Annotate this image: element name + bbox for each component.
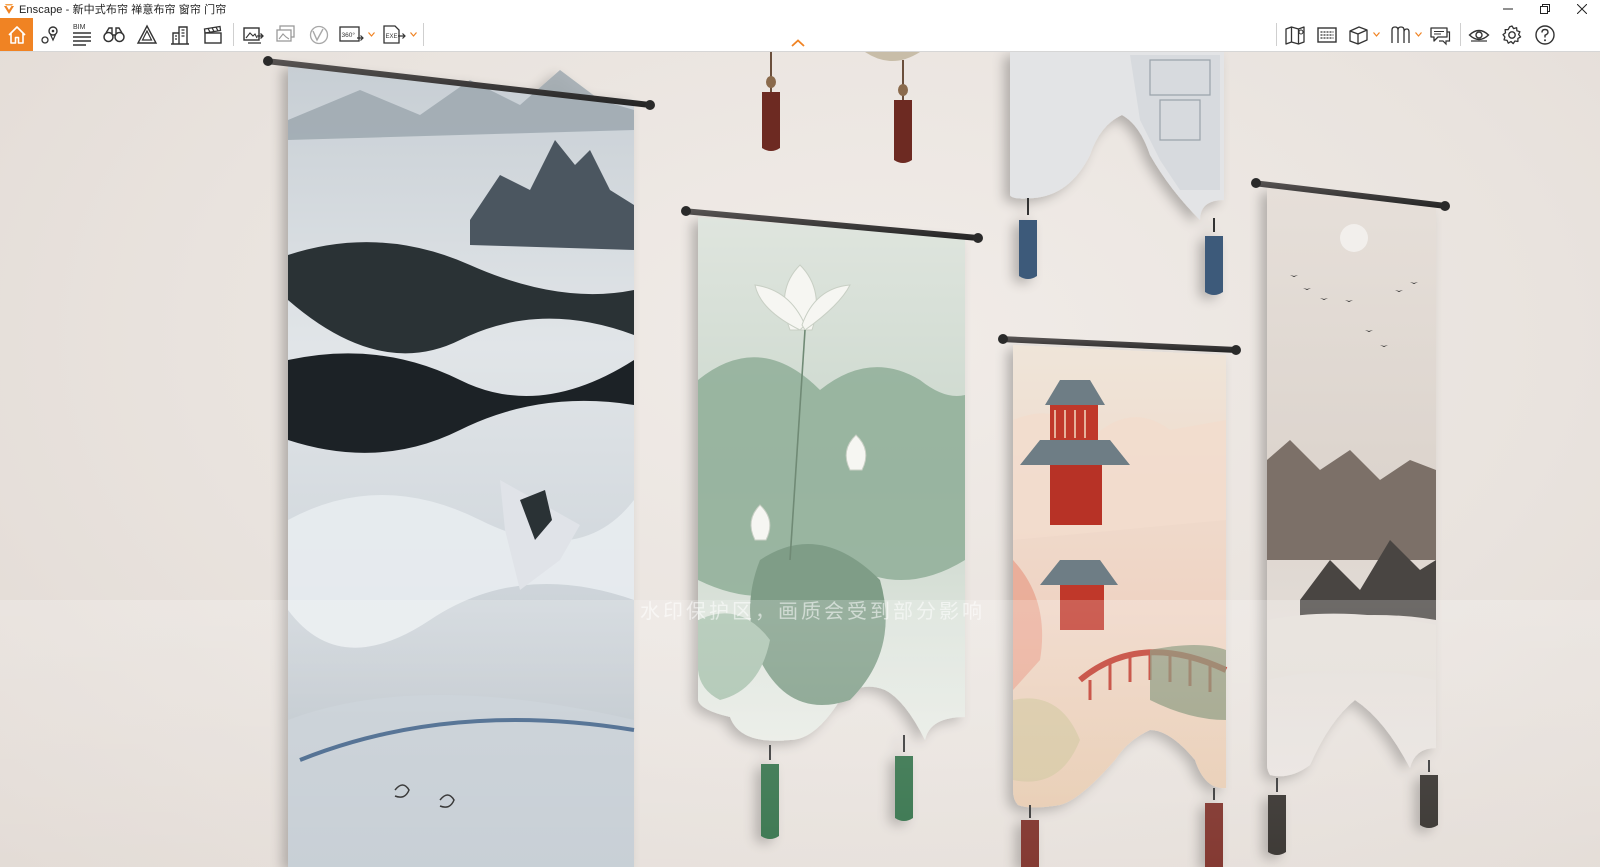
main-toolbar: BIM 360° EXE (0, 18, 1600, 52)
assets-button[interactable] (134, 18, 160, 51)
chevron-down-icon (409, 32, 417, 37)
chevron-down-icon (1372, 32, 1380, 37)
collaboration-button[interactable] (1427, 18, 1453, 51)
views-icon (41, 25, 58, 44)
panorama-button[interactable]: 360° (338, 18, 364, 51)
chat-icon (1430, 26, 1451, 45)
bim-button[interactable]: BIM (69, 18, 95, 51)
keyboard-button[interactable] (1314, 18, 1340, 51)
restore-icon (1539, 4, 1550, 14)
cube-button[interactable] (1345, 18, 1371, 51)
chevron-down-icon (367, 32, 375, 37)
help-icon (1535, 24, 1555, 45)
enscape-logo-icon (3, 3, 15, 15)
keyboard-icon (1317, 26, 1337, 43)
watermark-label: 水印保护区，画质会受到部分影响 (640, 601, 985, 623)
window-controls (1489, 0, 1600, 18)
cube-dropdown[interactable] (1371, 18, 1381, 51)
partial-banner-top-middle (865, 52, 920, 163)
toolbar-separator (423, 23, 424, 46)
toolbar-separator (1276, 23, 1277, 46)
clapboard-icon (203, 25, 222, 44)
vr-button[interactable] (306, 18, 332, 51)
window-title: Enscape - 新中式布帘 禅意布帘 窗帘 门帘 (19, 4, 227, 16)
cube-icon (1349, 25, 1368, 45)
export-button[interactable]: EXE (381, 18, 407, 51)
views-button[interactable] (37, 18, 63, 51)
settings-button[interactable] (1499, 18, 1525, 51)
toolbar-separator (233, 23, 234, 46)
binoculars-button[interactable] (101, 18, 127, 51)
panorama-icon: 360° (339, 25, 364, 42)
minimize-button[interactable] (1489, 0, 1526, 18)
svg-text:BIM: BIM (73, 24, 86, 31)
home-button[interactable] (0, 18, 33, 51)
visual-settings-button[interactable] (1466, 18, 1492, 51)
close-button[interactable] (1563, 0, 1600, 18)
panorama-dropdown[interactable] (366, 18, 376, 51)
material-button[interactable] (1387, 18, 1413, 51)
map-icon (1285, 25, 1305, 45)
buildings-button[interactable] (167, 18, 193, 51)
render-viewport[interactable]: 水印保护区，画质会受到部分影响 (0, 52, 1600, 867)
binoculars-icon (103, 26, 125, 42)
chevron-up-icon (791, 39, 805, 47)
toolbar-separator (1460, 23, 1461, 46)
batch-render-button[interactable] (273, 18, 299, 51)
video-editor-button[interactable] (200, 18, 226, 51)
partial-tassel-left (762, 52, 780, 151)
close-icon (1576, 4, 1587, 14)
minimize-icon (1502, 8, 1513, 10)
material-icon (1391, 25, 1410, 43)
eye-icon (1468, 29, 1490, 42)
map-button[interactable] (1282, 18, 1308, 51)
chevron-down-icon (1414, 32, 1422, 37)
bim-icon: BIM (73, 24, 91, 46)
settings-icon (1502, 24, 1522, 44)
assets-icon (136, 24, 158, 44)
screenshot-icon (243, 26, 264, 44)
partial-banner-top-right (1010, 52, 1224, 295)
buildings-icon (171, 25, 189, 45)
material-dropdown[interactable] (1413, 18, 1423, 51)
export-exe-icon: EXE (383, 24, 406, 44)
vr-icon (309, 25, 329, 44)
svg-text:EXE: EXE (386, 34, 398, 40)
home-icon (7, 25, 26, 44)
restore-button[interactable] (1526, 0, 1563, 18)
collapse-toolbar-button[interactable] (790, 38, 806, 48)
help-button[interactable] (1532, 18, 1558, 51)
svg-text:360°: 360° (342, 31, 356, 39)
watermark-band (0, 600, 1600, 867)
batch-render-icon (276, 24, 295, 42)
export-dropdown[interactable] (408, 18, 418, 51)
title-bar: Enscape - 新中式布帘 禅意布帘 窗帘 门帘 (0, 0, 1600, 18)
screenshot-button[interactable] (240, 18, 266, 51)
